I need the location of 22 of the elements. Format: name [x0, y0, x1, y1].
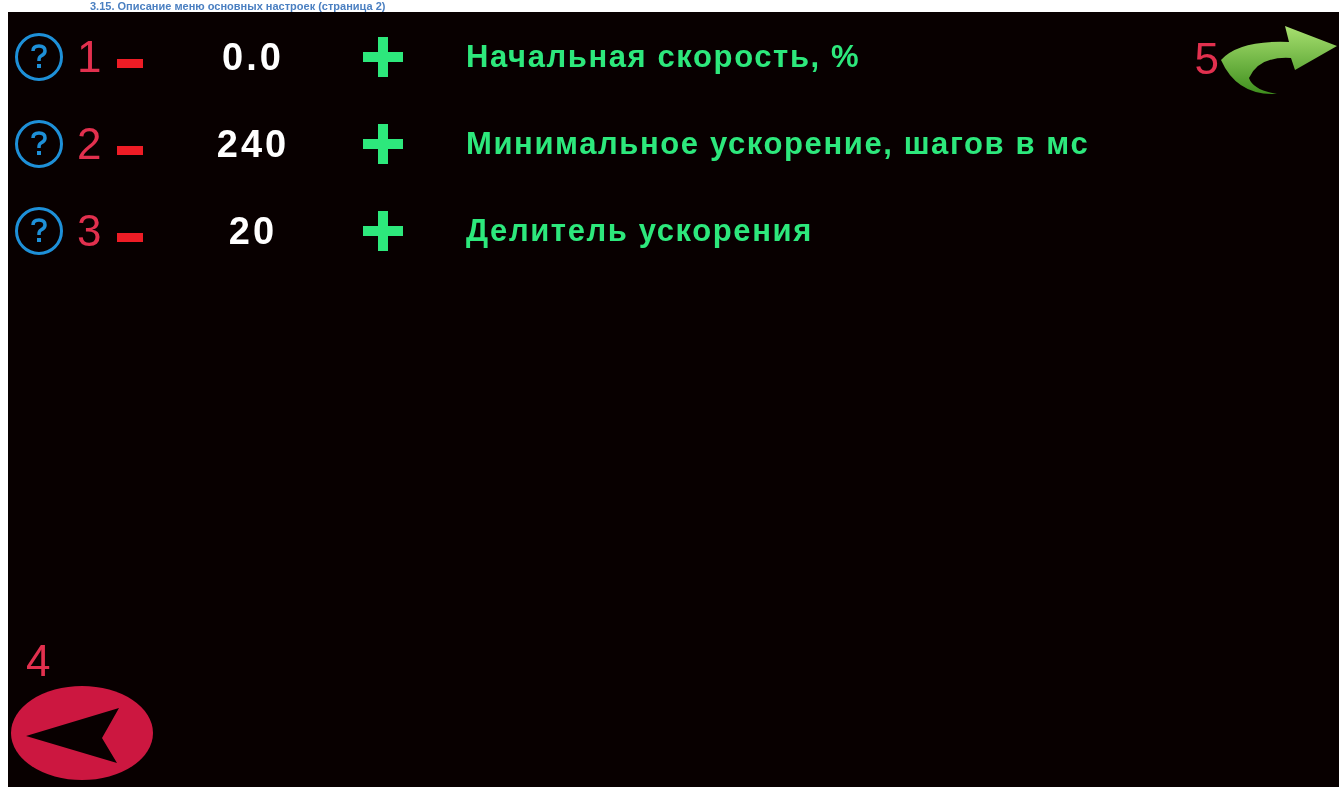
question-icon: [31, 43, 47, 70]
help-button[interactable]: [15, 119, 63, 168]
question-icon: [31, 217, 47, 244]
marker-number: 5: [1194, 37, 1219, 81]
help-button[interactable]: [15, 32, 63, 81]
row-number: 1: [77, 34, 103, 79]
plus-button[interactable]: [363, 123, 403, 164]
help-button[interactable]: [15, 206, 63, 255]
value-display: 240: [215, 124, 291, 163]
value-display: 20: [227, 211, 279, 250]
plus-button[interactable]: [363, 36, 403, 77]
setting-label: Минимальное ускорение, шагов в мс: [466, 128, 1090, 159]
setting-label: Начальная скорость, %: [466, 41, 861, 72]
plus-button[interactable]: [363, 210, 403, 251]
question-icon: [31, 130, 47, 157]
back-button[interactable]: [10, 685, 154, 781]
value-display: 0.0: [221, 37, 285, 76]
setting-label: Делитель ускорения: [466, 215, 813, 246]
row-number: 2: [77, 121, 103, 166]
row-number: 3: [77, 208, 103, 253]
section-heading: 3.15. Описание меню основных настроек (страница 2): [90, 0, 387, 12]
marker-number: 4: [26, 639, 51, 683]
